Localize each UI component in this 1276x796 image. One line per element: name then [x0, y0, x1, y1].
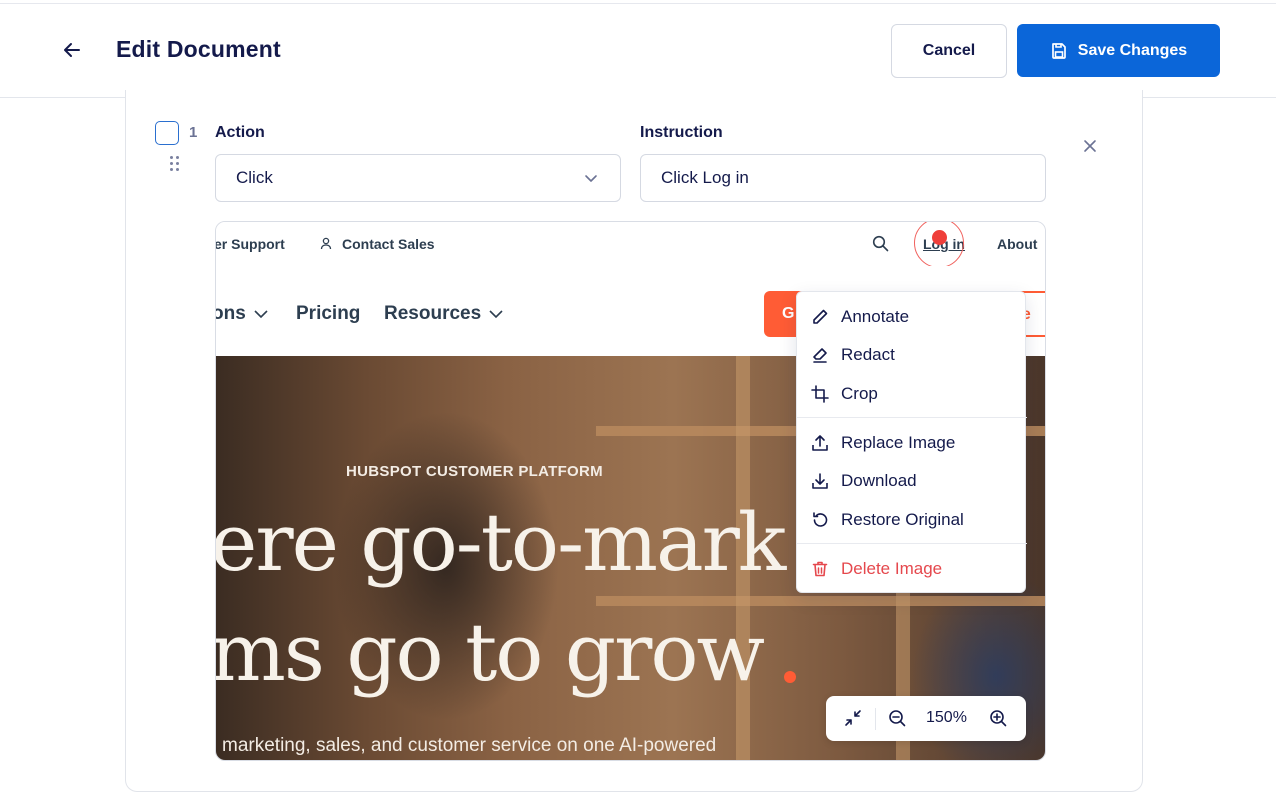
chevron-down-icon [585, 175, 597, 182]
fit-to-screen-button[interactable] [842, 707, 864, 729]
pencil-icon [813, 309, 828, 324]
menu-divider [797, 417, 1027, 418]
menu-item-restore-original[interactable]: Restore Original [797, 502, 1027, 538]
zoom-divider [875, 708, 876, 730]
back-button[interactable] [58, 36, 86, 64]
screenshot-about-link: About [997, 236, 1038, 252]
hero-accent-dot [784, 671, 796, 683]
remove-step-button[interactable] [1080, 136, 1100, 156]
instruction-label: Instruction [640, 124, 723, 141]
menu-divider [797, 543, 1027, 544]
hero-shelf [596, 596, 1045, 606]
click-marker-dot [932, 230, 947, 245]
restore-icon [813, 512, 828, 527]
screenshot-nav-resources: Resources [384, 303, 503, 325]
close-icon [1084, 140, 1096, 152]
screenshot-nav-pricing: Pricing [296, 303, 361, 324]
zoom-in-button[interactable] [987, 707, 1009, 729]
screenshot-utility-bar: er Support Contact Sales Log in About [215, 222, 1045, 268]
zoom-toolbar: 150% [826, 696, 1026, 741]
screenshot-support-link: er Support [215, 236, 285, 252]
menu-item-crop[interactable]: Crop [797, 376, 1027, 412]
save-changes-button[interactable]: Save Changes [1017, 24, 1220, 77]
step-number: 1 [189, 124, 198, 141]
menu-item-annotate[interactable]: Annotate [797, 299, 1027, 335]
hero-heading-line-1: ere go-to-mark [216, 496, 786, 589]
menu-item-replace-image[interactable]: Replace Image [797, 425, 1027, 461]
trash-icon [812, 561, 828, 577]
step-select-checkbox[interactable] [155, 121, 179, 145]
zoom-level: 150% [926, 709, 967, 726]
page-header: Edit Document Cancel Save Changes [0, 4, 1276, 98]
instruction-input[interactable] [640, 154, 1046, 202]
save-changes-label: Save Changes [1077, 41, 1188, 59]
person-icon [320, 237, 332, 250]
action-select-value: Click [236, 168, 273, 187]
image-actions-menu: Annotate Redact Crop Replace Image Downl… [796, 291, 1027, 593]
menu-item-download[interactable]: Download [797, 463, 1027, 499]
chevron-down-icon [254, 310, 268, 319]
hero-subtitle: marketing, sales, and customer service o… [222, 735, 717, 756]
screenshot-contact-sales-link: Contact Sales [342, 236, 435, 252]
action-label: Action [215, 124, 265, 141]
action-select[interactable]: Click [215, 154, 621, 202]
minimize-icon [845, 710, 861, 726]
zoom-in-icon [990, 710, 1007, 727]
arrow-left-icon [64, 43, 80, 57]
download-icon [812, 473, 828, 489]
zoom-out-icon [889, 710, 906, 727]
crop-icon [811, 385, 829, 403]
eraser-icon [813, 348, 827, 363]
drag-handle-icon[interactable] [170, 156, 182, 172]
upload-icon [812, 435, 828, 451]
search-icon [872, 235, 889, 252]
menu-item-delete-image[interactable]: Delete Image [797, 551, 1027, 587]
hero-eyebrow: HUBSPOT CUSTOMER PLATFORM [346, 463, 603, 480]
menu-item-redact[interactable]: Redact [797, 337, 1027, 373]
hero-heading-line-2: ms go to grow [216, 606, 765, 699]
screenshot-nav-solutions: ons [216, 303, 268, 325]
cancel-button[interactable]: Cancel [891, 24, 1007, 78]
page-title: Edit Document [116, 36, 281, 62]
chevron-down-icon [489, 310, 503, 319]
zoom-out-button[interactable] [886, 707, 908, 729]
save-icon [1051, 42, 1066, 59]
